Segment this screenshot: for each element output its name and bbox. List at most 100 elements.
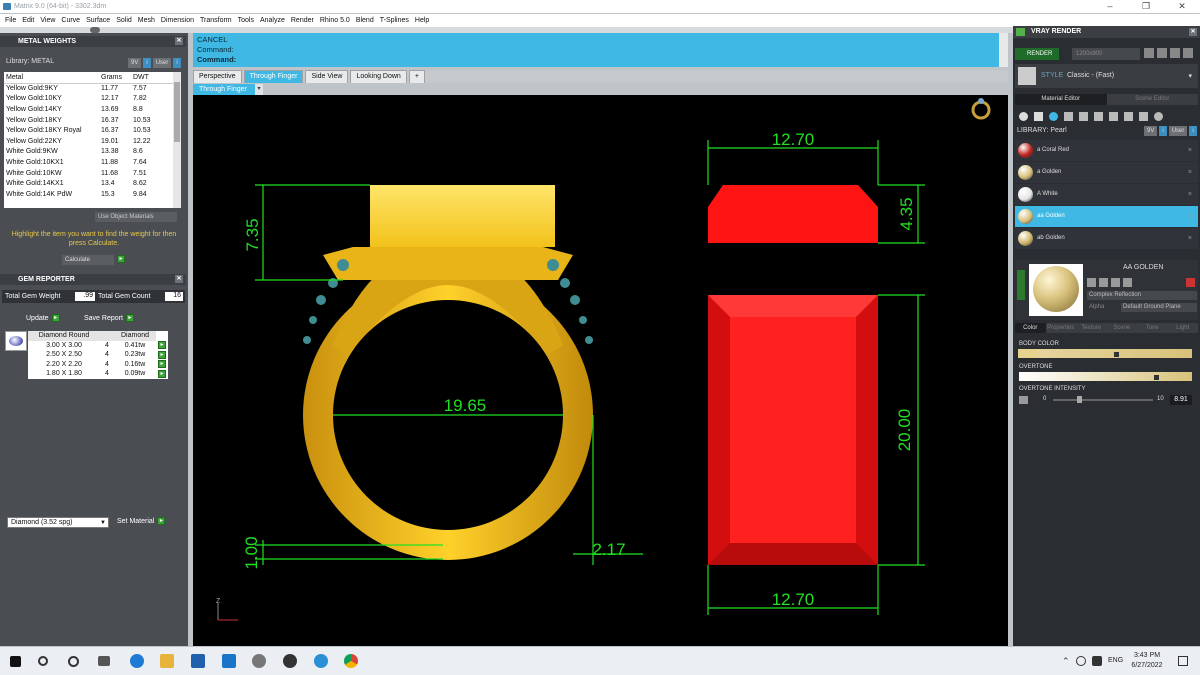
slider-thumb[interactable] [1114, 352, 1119, 357]
table-row[interactable]: Yellow Gold:18KY Royal 16.37 10.53 [4, 125, 173, 136]
material-list-item[interactable]: ab Golden × [1015, 228, 1198, 249]
menu-item[interactable]: T-Splines [378, 14, 413, 27]
play-icon[interactable]: ▸ [51, 314, 60, 322]
menu-item[interactable]: Curve [59, 14, 84, 27]
rhino-icon[interactable] [252, 654, 266, 668]
play-icon[interactable]: ▸ [156, 369, 168, 379]
menu-item[interactable]: Dimension [159, 14, 198, 27]
resolution-field[interactable]: 1200x900 [1072, 48, 1140, 60]
menu-item[interactable]: Tools [236, 14, 258, 27]
set-material-button[interactable]: Set Material [117, 518, 154, 525]
gear-icon[interactable] [283, 654, 297, 668]
library-user-button[interactable]: User [152, 58, 172, 68]
tab-side-view[interactable]: Side View [305, 70, 349, 83]
play-icon[interactable]: ▸ [156, 350, 168, 360]
play-icon[interactable]: ▸ [125, 314, 134, 322]
task-view-icon[interactable] [98, 656, 110, 666]
maximize-icon[interactable]: ❐ [1128, 0, 1164, 13]
paste-icon[interactable] [1111, 278, 1120, 287]
minimize-icon[interactable]: – [1092, 0, 1128, 13]
save-icon[interactable] [1124, 111, 1133, 121]
close-icon[interactable]: ✕ [175, 275, 183, 283]
material-list-item[interactable]: a Golden × [1015, 162, 1198, 183]
material-select[interactable]: Diamond (3.52 spg) ▼ [7, 517, 109, 528]
table-row[interactable]: 1.80 X 1.80 4 0.09tw ▸ [28, 369, 168, 379]
alpha-checkbox[interactable]: Alpha [1087, 303, 1117, 312]
delete-icon[interactable] [1186, 278, 1195, 287]
tab-looking-down[interactable]: Looking Down [350, 70, 407, 83]
stripe-icon[interactable] [1109, 111, 1118, 121]
menu-item[interactable]: View [38, 14, 59, 27]
library-info-icon[interactable]: i [1189, 126, 1197, 136]
camera-icon[interactable] [1144, 48, 1154, 58]
search-icon[interactable] [38, 656, 48, 666]
command-scrollbar[interactable] [999, 33, 1008, 67]
library-info-icon[interactable]: i [173, 58, 181, 68]
notification-icon[interactable] [1178, 656, 1188, 666]
tab-scene-editor[interactable]: Scene Editor [1106, 94, 1198, 105]
table-row[interactable]: 3.00 X 3.00 4 0.41tw ▸ [28, 341, 168, 351]
library-user-button[interactable]: User [1168, 126, 1188, 136]
cortana-icon[interactable] [68, 656, 79, 667]
tab-texture[interactable]: Texture [1076, 323, 1107, 333]
edge-icon[interactable] [130, 654, 144, 668]
clock-date[interactable]: 6/27/2022 [1127, 662, 1167, 669]
tray-chevron-icon[interactable]: ⌃ [1062, 656, 1070, 667]
metal-table-scrollbar[interactable] [173, 72, 181, 208]
metal-icon[interactable] [1064, 111, 1073, 121]
column-header[interactable]: Grams [99, 72, 131, 84]
intensity-slider[interactable] [1053, 399, 1153, 401]
library-info-icon[interactable]: i [1159, 126, 1167, 136]
material-list-item[interactable]: A White × [1015, 184, 1198, 205]
refresh-icon[interactable] [1087, 278, 1096, 287]
tab-light[interactable]: Light [1167, 323, 1198, 333]
tab-scene[interactable]: Scene [1106, 323, 1137, 333]
remove-icon[interactable]: × [1188, 162, 1192, 183]
table-row[interactable]: White Gold:10KW 11.68 7.51 [4, 168, 173, 179]
library-9v-button[interactable]: 9V [1144, 126, 1158, 136]
menu-item[interactable]: Render [289, 14, 318, 27]
command-prompt[interactable]: Command: [197, 55, 1008, 65]
menu-item[interactable]: Rhino 5.0 [318, 14, 354, 27]
close-icon[interactable]: ✕ [1164, 0, 1200, 13]
remove-icon[interactable]: × [1188, 206, 1192, 227]
tab-perspective[interactable]: Perspective [193, 70, 242, 83]
play-icon[interactable]: ▸ [156, 341, 168, 351]
style-row[interactable]: STYLE Classic - (Fast) ▾ [1015, 64, 1198, 88]
table-row[interactable]: White Gold:10KX1 11.88 7.64 [4, 157, 173, 168]
table-row[interactable]: Yellow Gold:10KY 12.17 7.82 [4, 94, 173, 105]
menu-item[interactable]: Mesh [136, 14, 159, 27]
grid-icon[interactable] [1094, 111, 1103, 121]
reflection-select[interactable]: Complex Reflection [1087, 291, 1197, 300]
pearl-icon[interactable] [1049, 111, 1058, 121]
volume-icon[interactable] [1092, 656, 1102, 666]
intensity-value[interactable]: 8.91 [1170, 395, 1192, 405]
use-object-materials-toggle[interactable]: Use Object Materials [95, 212, 177, 222]
edit-icon[interactable] [1123, 278, 1132, 287]
tab-properties[interactable]: Properties [1045, 323, 1076, 333]
gem-icon[interactable] [1034, 111, 1043, 121]
remove-icon[interactable]: × [1188, 184, 1192, 205]
menu-item[interactable]: Blend [354, 14, 378, 27]
menu-item[interactable]: Help [413, 14, 433, 27]
close-icon[interactable]: ✕ [175, 37, 183, 45]
menu-item[interactable]: Solid [114, 14, 136, 27]
table-row[interactable]: White Gold:9KW 13.38 8.6 [4, 147, 173, 158]
play-icon[interactable]: ▸ [157, 517, 166, 525]
close-icon[interactable]: ✕ [1189, 28, 1197, 36]
overtone-slider[interactable] [1019, 372, 1192, 381]
remove-icon[interactable]: × [1188, 140, 1192, 161]
table-row[interactable]: 2.20 X 2.20 4 0.16tw ▸ [28, 360, 168, 370]
remove-icon[interactable]: × [1188, 228, 1192, 249]
paint-icon[interactable] [1019, 111, 1028, 121]
language-indicator[interactable]: ENG [1108, 657, 1123, 664]
menu-item[interactable]: Edit [20, 14, 38, 27]
network-icon[interactable] [1076, 656, 1086, 666]
viewport[interactable]: 7.35 19.65 1.00 2.17 12.70 4.35 20.00 12… [193, 95, 1008, 646]
chevron-down-icon[interactable]: ▾ [255, 84, 263, 95]
table-row[interactable]: White Gold:14K PdW 15.3 9.84 [4, 189, 173, 200]
windows-start-icon[interactable] [10, 656, 21, 667]
menu-item[interactable]: Analyze [258, 14, 289, 27]
column-header[interactable]: DWT [131, 72, 173, 84]
tab-through-finger[interactable]: Through Finger [243, 70, 304, 83]
